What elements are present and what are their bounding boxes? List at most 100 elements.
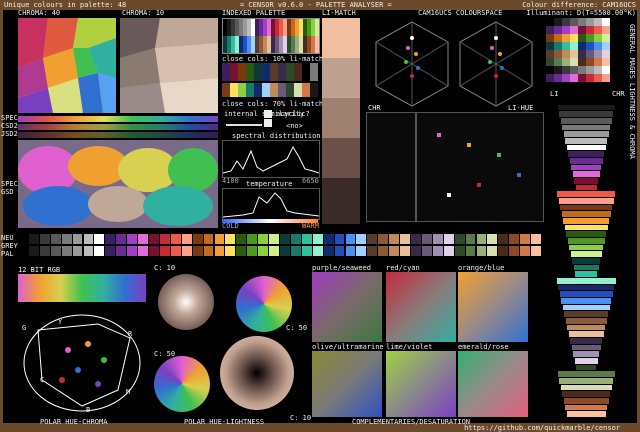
cam16-graphic xyxy=(375,21,533,107)
matrix-swatch xyxy=(562,50,570,58)
lightness-bar xyxy=(559,378,613,384)
strip-swatch-alt xyxy=(18,246,28,256)
strip-swatch xyxy=(181,234,192,244)
down-icon[interactable] xyxy=(264,119,272,127)
olive-ultramarine-label: olive/ultramarine xyxy=(312,343,384,351)
strip-swatch-alt xyxy=(50,246,61,256)
strip-swatch-alt xyxy=(509,246,520,256)
palette-swatch xyxy=(315,19,319,36)
strip-swatch xyxy=(487,234,498,244)
li-hue-label: LI-HUE xyxy=(508,104,534,112)
spectral-min: 4100 xyxy=(222,177,239,185)
strip-swatch-alt xyxy=(258,246,269,256)
matrix-swatch xyxy=(554,34,562,42)
lightness-bar xyxy=(560,384,612,391)
c10b-label: C: 10 xyxy=(290,414,312,422)
strip-swatch-alt xyxy=(61,246,72,256)
matrix-swatch xyxy=(570,74,578,82)
jsd2-label: JSD2 xyxy=(1,130,18,138)
matrix-swatch xyxy=(554,50,562,58)
close70-swatch xyxy=(278,83,286,97)
matrix-swatch xyxy=(578,42,586,50)
lightness-bar xyxy=(565,318,607,324)
lightness-bar xyxy=(565,138,607,144)
unique-colours-count: Unique colours in palette: 48 xyxy=(4,1,127,9)
lightness-bar xyxy=(556,278,616,284)
strip-swatch-alt xyxy=(487,246,498,256)
strip-swatch xyxy=(18,234,28,244)
chr-plot xyxy=(366,112,416,222)
matrix-swatch xyxy=(554,42,562,50)
strip-swatch-alt xyxy=(389,246,400,256)
strip-swatch-alt xyxy=(214,246,225,256)
disc-c50-a xyxy=(236,276,292,332)
complementaries-label: COMPLEMENTARIES/DESATURATION xyxy=(352,418,471,426)
lightness-bar xyxy=(563,218,609,224)
matrix-swatch xyxy=(562,18,570,26)
matrix-swatch xyxy=(594,34,602,42)
matrix-swatch xyxy=(586,66,594,74)
lightness-bar xyxy=(564,224,608,231)
strip-swatch-alt xyxy=(323,246,334,256)
strip-swatch-alt xyxy=(465,246,476,256)
strip-swatch xyxy=(170,234,181,244)
strip-swatch-alt xyxy=(203,246,214,256)
li-match-graphic xyxy=(322,18,360,224)
chroma10-label: CHROMA: 10 xyxy=(122,9,165,17)
lightness-bar xyxy=(559,111,613,117)
lightness-bar xyxy=(557,104,615,111)
strip-swatch xyxy=(345,234,356,244)
matrix-swatch xyxy=(546,50,554,58)
strip-swatch xyxy=(149,234,159,244)
strip-swatch xyxy=(498,234,509,244)
spec2-label: SPEC xyxy=(1,180,18,188)
strip-swatch xyxy=(28,234,39,244)
cyclic-value: <no> xyxy=(286,122,303,130)
lightness-bar xyxy=(559,291,613,297)
matrix-swatch xyxy=(594,66,602,74)
lightness-bar xyxy=(575,184,597,191)
spectrum-row-1 xyxy=(18,116,218,122)
cam16-space xyxy=(368,18,542,110)
strip-swatch-alt xyxy=(83,246,94,256)
lightness-bar xyxy=(560,204,612,211)
matrix-swatch xyxy=(546,74,554,82)
strip-swatch xyxy=(39,234,50,244)
strip-swatch-alt xyxy=(531,246,541,256)
spectrum-row-3 xyxy=(18,132,218,138)
side-text: GENERAL MAGES LIGHTNESS & CHROMA xyxy=(628,24,636,159)
palette-swatch xyxy=(315,36,319,53)
chroma40-label: CHROMA: 40 xyxy=(18,9,61,17)
chr-label: CHR xyxy=(368,104,381,112)
temperature-chart xyxy=(222,188,320,220)
matrix-swatch xyxy=(602,58,610,66)
close70-swatch xyxy=(294,83,302,97)
lightness-bar xyxy=(557,371,615,377)
close10-swatch xyxy=(310,63,318,81)
up-icon[interactable] xyxy=(264,110,272,118)
lightness-bar xyxy=(563,398,609,404)
lightness-bar xyxy=(572,258,600,264)
pal-label: PAL xyxy=(1,250,14,258)
purple-seaweed-label: purple/seaweed xyxy=(312,264,372,272)
github-link[interactable]: https://github.com/quickmarble/censor xyxy=(464,424,620,432)
disc-c10-a xyxy=(158,274,214,330)
strip-swatch xyxy=(443,234,454,244)
indexed-palette-label: INDEXED PALETTE xyxy=(222,9,286,17)
colour-difference: Colour difference: CAM16UCS xyxy=(522,1,636,9)
lightness-bar xyxy=(568,151,604,157)
strip-swatch-alt xyxy=(334,246,345,256)
illuminant: Illuminant: D(T=5500.00°K) xyxy=(526,9,636,17)
matrix-swatch xyxy=(570,34,578,42)
strip-swatch-alt xyxy=(170,246,181,256)
lightness-bar xyxy=(557,191,615,197)
temperature-graph xyxy=(223,192,319,218)
strip-swatch-alt xyxy=(94,246,105,256)
csd2-label: CSD2 xyxy=(1,122,18,130)
similarity-slider[interactable] xyxy=(226,124,262,126)
strip-swatch xyxy=(301,234,312,244)
hue-r-label: R xyxy=(128,330,133,338)
strip-swatch-alt xyxy=(225,246,236,256)
lightness-bar xyxy=(570,338,602,344)
red-cyan-label: red/cyan xyxy=(386,264,420,272)
